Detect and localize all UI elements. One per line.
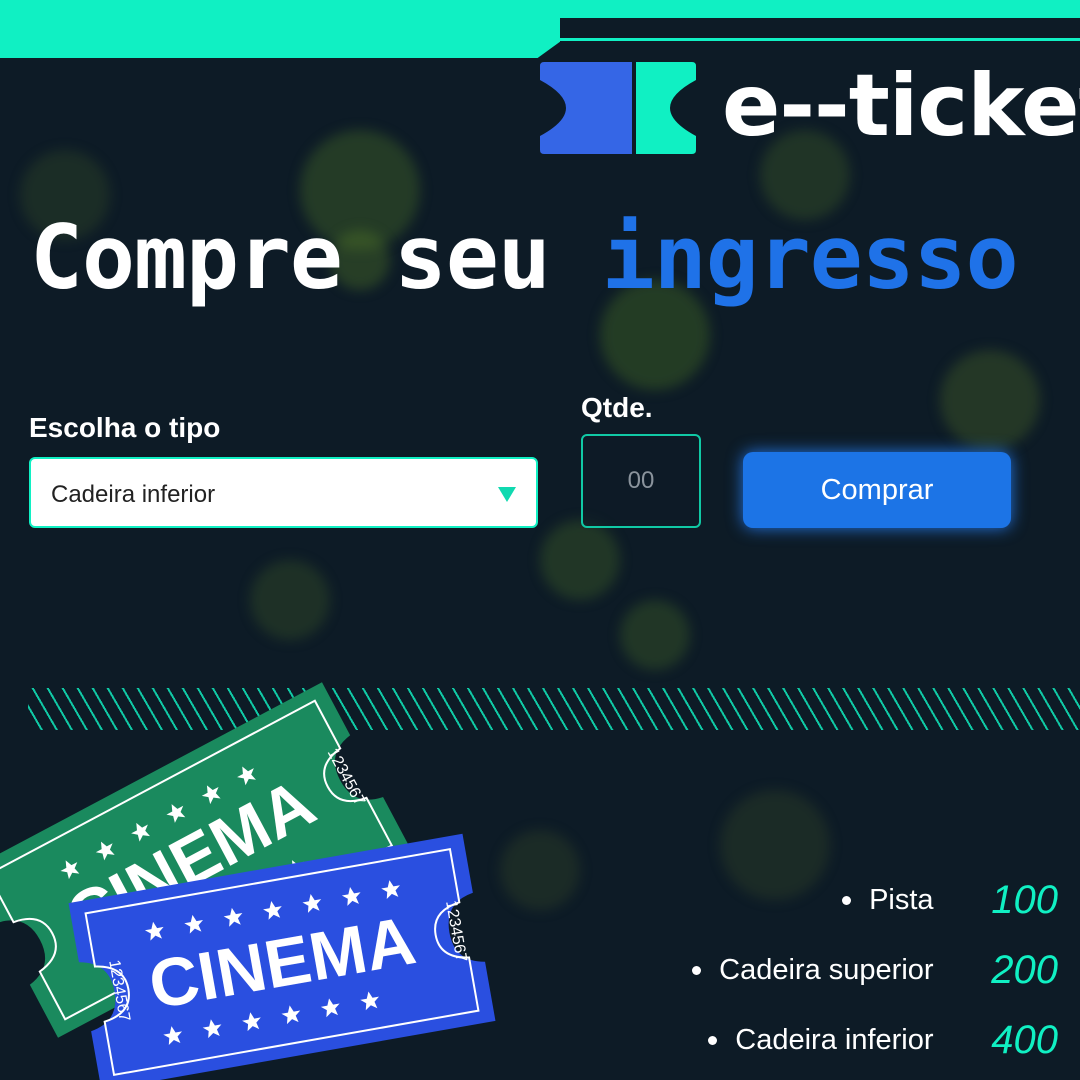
price-item: Cadeira superior 200: [691, 948, 1058, 1008]
cinema-tickets-illustration: CINEMA 1234567 CINEMA 1234567 1234567: [0, 682, 496, 1080]
bullet-icon: [691, 966, 701, 975]
bullet-icon: [707, 1036, 717, 1045]
title-accent: ingresso: [601, 206, 1019, 309]
price-item: Cadeira inferior 400: [707, 1018, 1058, 1078]
type-label: Escolha o tipo: [29, 412, 221, 443]
price-item-value: 100: [991, 878, 1058, 922]
brand-name: e--ticket: [722, 56, 1080, 156]
bullet-icon: [841, 896, 851, 905]
page-title: Compre seu ingresso: [30, 206, 1019, 309]
buy-button[interactable]: Comprar: [743, 452, 1011, 528]
top-accent-bar-right: [552, 0, 1080, 18]
top-accent-bar: [0, 0, 560, 58]
price-item-name: Pista: [869, 884, 934, 916]
price-item-value: 400: [991, 1018, 1058, 1062]
dropdown-arrow-icon: [498, 487, 516, 502]
price-item-value: 200: [991, 948, 1058, 992]
price-item: Pista 100: [841, 878, 1058, 938]
quantity-input[interactable]: [581, 434, 701, 528]
price-item-name: Cadeira inferior: [735, 1024, 934, 1056]
ticket-type-value: Cadeira inferior: [51, 481, 216, 508]
price-item-name: Cadeira superior: [719, 954, 934, 986]
title-main: Compre seu: [30, 206, 551, 309]
ticket-type-select[interactable]: Cadeira inferior: [29, 457, 538, 528]
top-accent-line: [552, 38, 1080, 41]
qty-label: Qtde.: [581, 392, 653, 423]
